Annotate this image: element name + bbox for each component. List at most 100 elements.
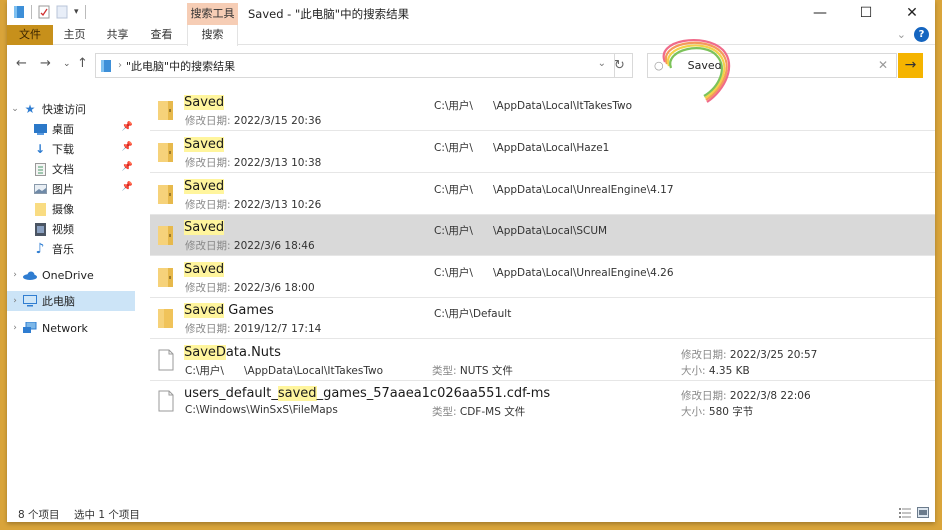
result-row[interactable]: Saved 修改日期: 2022/3/13 10:26 C:\用户\ \AppD… [150,174,935,215]
result-row[interactable]: Saved 修改日期: 2022/3/13 10:38 C:\用户\ \AppD… [150,132,935,173]
recent-locations-button[interactable]: ⌄ [63,59,71,69]
item-count: 8 个项目 [18,509,60,521]
folder-icon [158,268,173,287]
up-button[interactable]: ↑ [77,56,88,71]
result-row[interactable]: Saved 修改日期: 2022/3/15 20:36 C:\用户\ \AppD… [150,90,935,131]
result-path: C:\用户\Default [434,308,512,320]
toolbar-divider [84,5,86,19]
result-name[interactable]: Saved [184,137,225,152]
breadcrumb[interactable]: "此电脑"中的搜索结果 [126,58,235,74]
sidebar-item-label: 快速访问 [42,103,86,116]
result-path: C:\用户\ \AppData\Local\ItTakesTwo [434,100,633,112]
clear-search-button[interactable]: ✕ [878,58,888,72]
new-folder-icon[interactable] [56,5,68,19]
result-modified: 修改日期: 2022/3/8 22:06 [681,390,811,402]
address-dropdown-icon[interactable]: ⌄ [598,58,606,69]
sidebar-item-downloads[interactable]: ↓ 下载 📌 [7,139,135,159]
forward-button[interactable]: → [40,56,51,71]
sidebar-item-onedrive[interactable]: › OneDrive [7,265,135,285]
expand-ribbon-icon[interactable]: ⌄ [897,28,906,41]
search-box[interactable]: ○ Saved ✕ [647,53,897,78]
result-row[interactable]: Saved Games 修改日期: 2019/12/7 17:14 C:\用户\… [150,298,935,339]
cloud-icon [23,268,37,282]
tab-home[interactable]: 主页 [53,25,96,45]
sidebar-item-label: 图片 [52,183,74,196]
result-path: C:\用户\ \AppData\Local\UnrealEngine\4.17 [434,184,674,196]
pin-icon[interactable]: 📌 [122,142,133,152]
address-bar[interactable]: › "此电脑"中的搜索结果 ⌄ [95,53,615,78]
sidebar-item-music[interactable]: ♪ 音乐 [7,239,135,259]
sidebar-item-label: 音乐 [52,243,74,256]
star-icon: ★ [24,102,36,116]
result-row[interactable]: users_default_saved_games_57aaea1c026aa5… [150,381,935,422]
minimize-button[interactable]: — [797,0,843,25]
result-name[interactable]: Saved [184,220,225,235]
sidebar-item-network[interactable]: › Network [7,318,135,338]
download-icon: ↓ [34,142,46,156]
result-modified: 修改日期: 2022/3/25 20:57 [681,349,818,361]
tab-search[interactable]: 搜索 [187,25,238,46]
tab-file[interactable]: 文件 [7,25,53,45]
chevron-right-icon[interactable]: › [7,270,23,280]
details-view-icon[interactable] [899,507,911,518]
breadcrumb-separator[interactable]: › [118,60,122,71]
tab-view[interactable]: 查看 [139,25,184,45]
close-button[interactable]: ✕ [889,0,935,25]
result-modified: 修改日期: 2022/3/13 10:38 [185,157,322,169]
tab-share[interactable]: 共享 [96,25,139,45]
chevron-right-icon[interactable]: › [7,296,23,306]
properties-icon[interactable] [38,5,50,19]
chevron-down-icon[interactable]: ⌄ [7,104,23,114]
result-size: 大小: 4.35 KB [681,365,750,377]
search-go-button[interactable]: → [898,53,923,78]
toolbar-divider [31,5,32,19]
result-modified: 修改日期: 2022/3/6 18:00 [185,282,315,294]
result-name[interactable]: Saved Games [184,303,274,318]
navigation-bar: ← → ⌄ ↑ › "此电脑"中的搜索结果 ⌄ ↻ ○ Saved ✕ → [7,50,935,80]
sidebar-item-label: 桌面 [52,123,74,136]
result-row[interactable]: SaveData.Nuts C:\用户\ \AppData\Local\ItTa… [150,340,935,381]
sidebar-item-camera[interactable]: 摄像 [7,199,135,219]
file-icon [158,349,174,371]
sidebar-item-label: OneDrive [42,268,94,282]
sidebar-item-desktop[interactable]: 桌面 📌 [7,119,135,139]
help-icon[interactable]: ? [914,27,929,42]
search-tools-context-header: 搜索工具 [187,3,238,25]
title-bar: ▾ 搜索工具 Saved - "此电脑"中的搜索结果 — ☐ ✕ [7,0,935,25]
search-results-icon [101,59,111,72]
navigation-pane: ⌄ ★ 快速访问 桌面 📌 ↓ 下载 📌 文档 📌 图片 📌 摄像 视频 ♪ 音… [7,92,142,492]
search-input[interactable]: Saved [688,59,722,72]
result-path: C:\Windows\WinSxS\FileMaps [185,404,338,416]
sidebar-item-documents[interactable]: 文档 📌 [7,159,135,179]
sidebar-item-quick-access[interactable]: ⌄ ★ 快速访问 [7,99,135,119]
folder-icon [158,309,173,328]
pin-icon[interactable]: 📌 [122,182,133,192]
sidebar-item-this-pc[interactable]: › 此电脑 [7,291,135,311]
customize-toolbar-icon[interactable]: ▾ [74,7,79,17]
large-icons-view-icon[interactable] [917,507,929,518]
result-name[interactable]: Saved [184,95,225,110]
maximize-button[interactable]: ☐ [843,0,889,25]
explorer-app-icon[interactable] [13,5,25,19]
folder-icon [158,101,173,120]
result-path: C:\用户\ \AppData\Local\Haze1 [434,142,610,154]
result-name[interactable]: Saved [184,262,225,277]
pin-icon[interactable]: 📌 [122,122,133,132]
result-name[interactable]: Saved [184,179,225,194]
refresh-button[interactable]: ↻ [607,53,633,78]
picture-icon [33,182,47,196]
sidebar-item-pictures[interactable]: 图片 📌 [7,179,135,199]
pin-icon[interactable]: 📌 [122,162,133,172]
result-row-selected[interactable]: Saved 修改日期: 2022/3/6 18:46 C:\用户\ \AppDa… [150,215,935,256]
back-button[interactable]: ← [16,56,27,71]
result-name[interactable]: SaveData.Nuts [184,345,281,360]
result-name[interactable]: users_default_saved_games_57aaea1c026aa5… [184,386,550,401]
chevron-right-icon[interactable]: › [7,323,23,333]
sidebar-item-label: Network [42,321,88,335]
result-row[interactable]: Saved 修改日期: 2022/3/6 18:00 C:\用户\ \AppDa… [150,257,935,298]
sidebar-item-videos[interactable]: 视频 [7,219,135,239]
result-path: C:\用户\ \AppData\Local\ItTakesTwo [185,365,384,377]
window-title: Saved - "此电脑"中的搜索结果 [248,7,410,21]
desktop-icon [33,122,47,136]
view-switcher [899,507,929,518]
